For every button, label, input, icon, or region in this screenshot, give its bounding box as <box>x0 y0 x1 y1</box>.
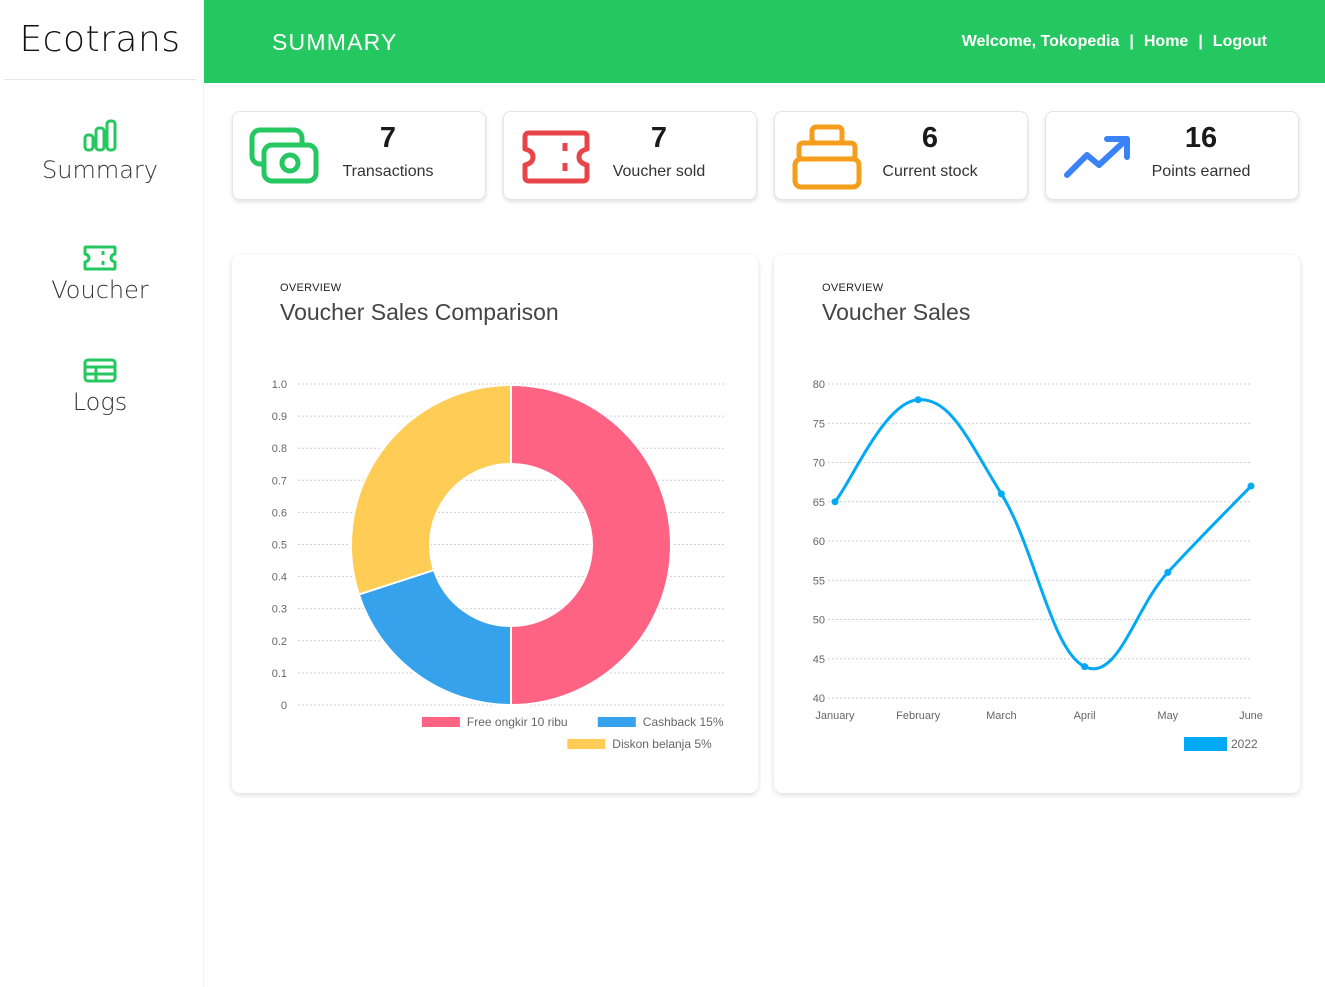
series-line <box>833 398 1253 671</box>
welcome-text: Welcome, Tokopedia <box>961 33 1120 50</box>
sidebar-item-label: Summary <box>42 156 158 184</box>
stat-label: Transactions <box>342 163 434 180</box>
legend-label: Cashback 15% <box>643 715 724 729</box>
y-tick-label: 0.9 <box>272 411 287 423</box>
y-tick-label: 0.8 <box>272 443 287 455</box>
data-point <box>914 396 922 404</box>
sidebar-item-logs[interactable]: Logs <box>0 350 200 416</box>
stat-card-current-stock: 6 Current stock <box>774 111 1028 200</box>
sidebar-item-label: Voucher <box>51 276 149 304</box>
y-tick-label: 0.5 <box>272 540 287 552</box>
x-tick-label: May <box>1157 710 1178 722</box>
legend-swatch <box>567 739 606 749</box>
stat-value: 6 <box>921 122 939 154</box>
y-tick-label: 65 <box>813 497 825 509</box>
sidebar: Ecotrans Summary Voucher Logs <box>0 0 204 987</box>
sidebar-item-label: Logs <box>72 388 128 416</box>
stat-value: 7 <box>650 122 668 154</box>
data-point <box>997 490 1005 498</box>
stat-card-points-earned: 16 Points earned <box>1045 111 1299 200</box>
stat-card-transactions: 7 Transactions <box>232 111 486 200</box>
money-icon <box>249 126 321 188</box>
y-tick-label: 70 <box>813 458 825 470</box>
table-icon <box>82 350 118 384</box>
y-tick-label: 0.6 <box>272 507 287 519</box>
stat-card-voucher-sold: 7 Voucher sold <box>503 111 757 200</box>
separator: | <box>1198 33 1203 50</box>
y-tick-label: 0 <box>281 700 287 712</box>
legend-label: 2022 <box>1231 737 1258 751</box>
y-tick-label: 0.3 <box>272 604 287 616</box>
sidebar-item-summary[interactable]: Summary <box>0 118 200 184</box>
data-point <box>831 498 839 506</box>
separator: | <box>1129 33 1134 50</box>
voucher-sales-panel: OVERVIEW Voucher Sales 40 45 50 55 60 65 70 75 8… <box>774 255 1300 793</box>
data-point <box>1247 482 1255 490</box>
ticket-icon <box>82 238 118 272</box>
line-chart[interactable]: 40 45 50 55 60 65 70 75 80 January February March Ap… <box>774 255 1300 793</box>
home-link[interactable]: Home <box>1144 33 1188 51</box>
page-title: SUMMARY <box>272 29 398 55</box>
legend-swatch <box>597 717 636 727</box>
x-tick-label: June <box>1239 710 1263 722</box>
y-tick-label: 0.4 <box>272 572 287 584</box>
legend-swatch <box>1184 737 1227 751</box>
x-tick-label: March <box>986 710 1017 722</box>
bar-chart-icon <box>82 118 118 152</box>
y-tick-label: 40 <box>813 693 825 705</box>
stat-label: Points earned <box>1151 163 1251 180</box>
brand-logo[interactable]: Ecotrans <box>4 0 196 80</box>
stat-value: 16 <box>1184 122 1218 154</box>
legend-swatch <box>421 717 460 727</box>
data-point <box>1081 663 1089 671</box>
y-tick-label: 1.0 <box>272 379 287 391</box>
y-tick-label: 0.2 <box>272 636 287 648</box>
legend-label: Diskon belanja 5% <box>612 737 712 751</box>
y-tick-label: 55 <box>813 575 825 587</box>
stat-label: Current stock <box>882 163 978 180</box>
sidebar-item-voucher[interactable]: Voucher <box>0 238 200 304</box>
x-tick-label: April <box>1074 710 1096 722</box>
trending-up-icon <box>1062 126 1134 188</box>
stat-value: 7 <box>379 122 397 154</box>
app: Ecotrans Summary Voucher Logs SUMMARY We… <box>0 0 1325 987</box>
stat-label: Voucher sold <box>612 163 706 180</box>
donut-slice <box>357 568 512 707</box>
voucher-comparison-panel: OVERVIEW Voucher Sales Comparison 1.0 0.9… <box>232 255 758 793</box>
y-tick-label: 0.1 <box>272 668 287 680</box>
ticket-icon <box>520 126 592 188</box>
box-icon <box>791 124 863 190</box>
logout-link[interactable]: Logout <box>1213 33 1267 51</box>
y-tick-label: 50 <box>813 615 825 627</box>
data-point <box>1164 568 1172 576</box>
y-tick-label: 60 <box>813 536 825 548</box>
x-tick-label: February <box>896 710 941 722</box>
y-tick-label: 0.7 <box>272 475 287 487</box>
top-links: Welcome, Tokopedia | Home | Logout <box>962 33 1267 51</box>
x-tick-label: January <box>815 710 855 722</box>
legend-label: Free ongkir 10 ribu <box>467 715 568 729</box>
donut-chart[interactable]: 1.0 0.9 0.8 0.7 0.6 0.5 0.4 0.3 0.2 0.1 0 Cashback … <box>232 255 758 793</box>
y-tick-label: 75 <box>813 418 825 430</box>
y-tick-label: 45 <box>813 654 825 666</box>
y-tick-label: 80 <box>813 379 825 391</box>
top-bar: SUMMARY Welcome, Tokopedia | Home | Logo… <box>204 0 1325 83</box>
